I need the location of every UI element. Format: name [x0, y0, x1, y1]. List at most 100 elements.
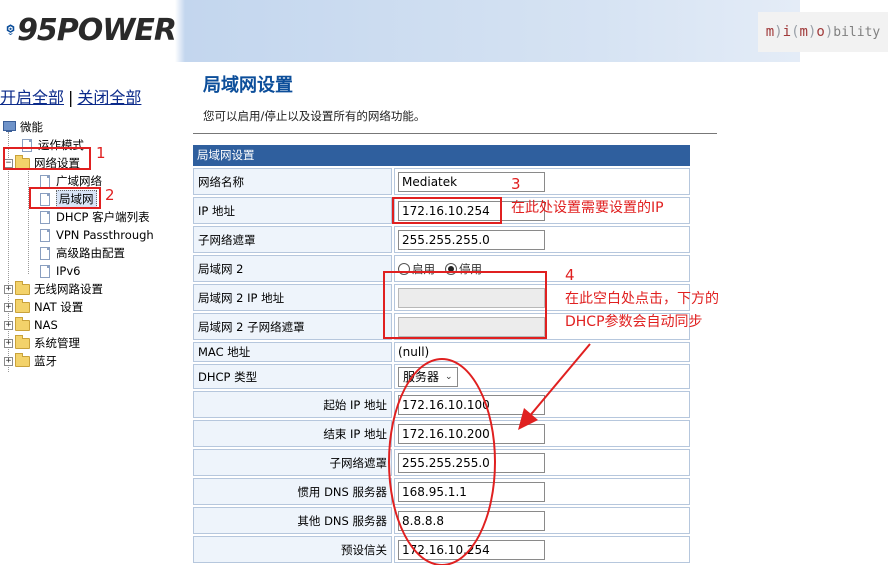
tree-item-vpn-passthrough[interactable]: VPN Passthrough	[40, 226, 154, 244]
page-icon	[40, 174, 50, 188]
partner-logo-o: o	[816, 24, 825, 40]
annotation-number: 3	[511, 175, 521, 193]
table-row: 网络名称 Mediatek	[193, 168, 690, 195]
row-label: 局域网 2 子网络遮罩	[193, 313, 392, 340]
row-label: 结束 IP 地址	[193, 420, 392, 447]
table-row: 局域网 2 启用 停用	[193, 255, 690, 282]
tree-item-label: 系统管理	[34, 336, 80, 350]
tree-line	[28, 158, 29, 274]
tree-item-bluetooth[interactable]: + 蓝牙	[4, 352, 57, 370]
page-icon	[40, 192, 50, 206]
partner-logo-tail: bility	[833, 24, 881, 40]
tree-item-dhcp-clients[interactable]: DHCP 客户端列表	[40, 208, 150, 226]
table-header: 局域网设置	[193, 145, 690, 166]
page-title: 局域网设置	[203, 75, 293, 96]
subnet-mask-input[interactable]: 255.255.255.0	[398, 229, 545, 250]
page-description: 您可以启用/停止以及设置所有的网络功能。	[203, 109, 426, 123]
collapse-icon[interactable]: −	[4, 158, 13, 168]
row-value: 255.255.255.0	[394, 226, 690, 253]
header-banner: 95POWER m) i(m) o) bility	[0, 0, 896, 62]
row-value: Mediatek	[394, 168, 690, 195]
radio-label: 启用	[412, 261, 435, 276]
tree-item-advanced-routing[interactable]: 高级路由配置	[40, 244, 125, 262]
lan2-subnet-input[interactable]	[398, 316, 545, 337]
annotation-note-dhcp-line2: DHCP参数会自动同步	[565, 314, 703, 330]
page-icon	[22, 138, 32, 152]
lan2-enable-radio[interactable]: 启用	[398, 261, 435, 277]
tree-item-lan[interactable]: 局域网	[40, 190, 97, 208]
tree-item-wireless[interactable]: + 无线网路设置	[4, 280, 103, 298]
tree-item-label: 蓝牙	[34, 354, 57, 368]
annotation-number: 4	[565, 266, 575, 284]
folder-open-icon	[15, 154, 30, 169]
lan2-ip-input[interactable]	[398, 287, 545, 308]
expand-icon[interactable]: +	[4, 356, 13, 366]
expand-icon[interactable]: +	[4, 302, 13, 312]
partner-logo-m2: m	[799, 24, 808, 40]
tree-item-label: NAS	[34, 318, 58, 332]
tree-root[interactable]: 微能	[2, 118, 43, 136]
partner-logo-m1: m	[765, 24, 775, 40]
nav-separator: |	[68, 88, 74, 107]
close-all-link[interactable]: 关闭全部	[77, 88, 141, 107]
annotation-number: 2	[105, 186, 115, 204]
brand-logo: 95POWER	[6, 4, 177, 56]
partner-logo-i: i	[782, 24, 792, 40]
tree-item-label-selected: 局域网	[56, 190, 97, 208]
expand-icon[interactable]: +	[4, 338, 13, 348]
row-label: MAC 地址	[193, 342, 392, 362]
expand-collapse-nav: 开启全部 | 关闭全部	[0, 84, 141, 108]
tree-item-label: IPv6	[56, 264, 81, 278]
tree-item-label: 网络设置	[34, 156, 80, 170]
tree-item-operation-mode[interactable]: 运作模式	[22, 136, 84, 154]
annotation-note-ip: 在此处设置需要设置的IP	[511, 200, 664, 216]
tree-item-label: 高级路由配置	[56, 246, 125, 260]
annotation-ellipse-dhcp	[388, 358, 496, 565]
row-label: 其他 DNS 服务器	[193, 507, 392, 534]
row-label: 局域网 2 IP 地址	[193, 284, 392, 311]
radio-on-icon	[445, 262, 457, 275]
row-label: 预设信关	[193, 536, 392, 563]
tree-item-label: NAT 设置	[34, 300, 84, 314]
brand-name: 95POWER	[17, 12, 177, 48]
tree-item-nas[interactable]: + NAS	[4, 316, 58, 334]
computer-icon	[2, 121, 16, 133]
tree-item-label: 广域网络	[56, 174, 102, 188]
tree-item-network-settings[interactable]: − 网络设置	[4, 154, 80, 172]
expand-icon[interactable]: +	[4, 320, 13, 330]
page-icon	[40, 228, 50, 242]
tree-item-label: DHCP 客户端列表	[56, 210, 150, 224]
row-label: DHCP 类型	[193, 364, 392, 389]
annotation-number: 1	[96, 144, 106, 162]
tree-item-wan[interactable]: 广域网络	[40, 172, 102, 190]
folder-icon	[15, 316, 30, 331]
divider	[193, 133, 717, 134]
tree-item-ipv6[interactable]: IPv6	[40, 262, 80, 280]
row-label: 网络名称	[193, 168, 392, 195]
expand-icon[interactable]: +	[4, 284, 13, 294]
row-label: 局域网 2	[193, 255, 392, 282]
row-label: 子网络遮罩	[193, 449, 392, 476]
tree-item-label: 无线网路设置	[34, 282, 103, 296]
folder-icon	[15, 334, 30, 349]
folder-icon	[15, 352, 30, 367]
row-label: 惯用 DNS 服务器	[193, 478, 392, 505]
tree-item-label: VPN Passthrough	[56, 228, 154, 242]
tree-item-system[interactable]: + 系统管理	[4, 334, 80, 352]
annotation-note-dhcp-line1: 在此空白处点击，下方的	[565, 291, 719, 307]
logo-mark-icon	[6, 24, 15, 35]
folder-icon	[15, 280, 30, 295]
annotation-arrow-icon	[518, 343, 591, 430]
lan2-disable-radio[interactable]: 停用	[445, 261, 482, 277]
open-all-link[interactable]: 开启全部	[0, 88, 64, 107]
page-icon	[40, 264, 50, 278]
radio-off-icon	[398, 262, 410, 275]
page-icon	[40, 246, 50, 260]
tree-item-nat[interactable]: + NAT 设置	[4, 298, 83, 316]
network-name-input[interactable]: Mediatek	[398, 171, 545, 192]
row-label: IP 地址	[193, 197, 392, 224]
partner-logo: m) i(m) o) bility	[758, 12, 888, 52]
folder-icon	[15, 298, 30, 313]
tree-item-label: 运作模式	[38, 138, 84, 152]
tree-root-label: 微能	[20, 120, 43, 134]
